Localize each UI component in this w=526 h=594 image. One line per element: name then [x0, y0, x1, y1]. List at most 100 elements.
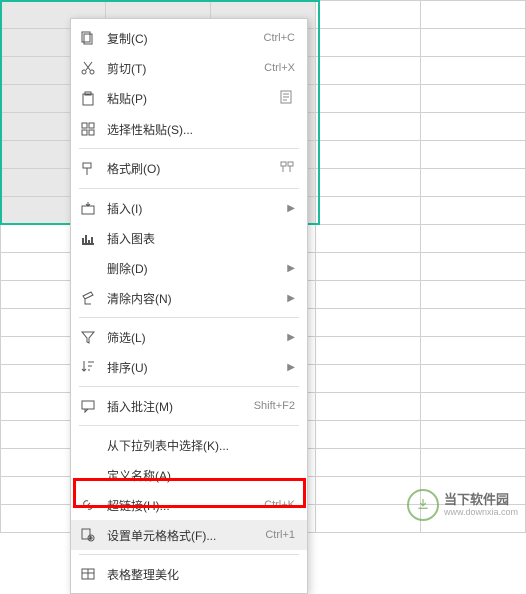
cell[interactable]: [421, 225, 526, 253]
paste-mode-icon: [279, 89, 295, 108]
cell[interactable]: [316, 29, 421, 57]
menu-separator: [79, 188, 299, 189]
watermark-text: 当下软件园 www.downxia.com: [444, 492, 518, 518]
menu-label: 选择性粘贴(S)...: [107, 121, 295, 138]
menu-copy[interactable]: 复制(C) Ctrl+C: [71, 23, 307, 53]
menu-label: 超链接(H)...: [107, 497, 256, 514]
watermark-en: www.downxia.com: [444, 507, 518, 518]
menu-table-format[interactable]: 表格整理美化: [71, 559, 307, 589]
blank-icon: [79, 436, 97, 454]
cell[interactable]: [316, 393, 421, 421]
cell[interactable]: [421, 309, 526, 337]
menu-separator: [79, 554, 299, 555]
chevron-right-icon: ▶: [287, 293, 295, 304]
paste-icon: [79, 90, 97, 108]
comment-icon: [79, 397, 97, 415]
cell[interactable]: [421, 141, 526, 169]
clear-icon: [79, 289, 97, 307]
cell[interactable]: [421, 281, 526, 309]
cell[interactable]: [316, 477, 421, 505]
cell[interactable]: [316, 365, 421, 393]
menu-label: 从下拉列表中选择(K)...: [107, 437, 295, 454]
cut-icon: [79, 59, 97, 77]
cell[interactable]: [316, 337, 421, 365]
menu-delete[interactable]: 删除(D) ▶: [71, 253, 307, 283]
menu-shortcut: Ctrl+X: [264, 62, 295, 74]
cell[interactable]: [421, 337, 526, 365]
cell[interactable]: [421, 253, 526, 281]
menu-select-from-dropdown[interactable]: 从下拉列表中选择(K)...: [71, 430, 307, 460]
cell[interactable]: [316, 197, 421, 225]
menu-format-cells[interactable]: 设置单元格格式(F)... Ctrl+1: [71, 520, 307, 550]
menu-label: 粘贴(P): [107, 90, 273, 107]
format-painter-extra-icon: [279, 159, 295, 178]
cell[interactable]: [421, 365, 526, 393]
cell[interactable]: [421, 169, 526, 197]
format-painter-icon: [79, 160, 97, 178]
watermark: 当下软件园 www.downxia.com: [407, 489, 518, 521]
menu-define-name[interactable]: 定义名称(A)...: [71, 460, 307, 490]
menu-insert-comment[interactable]: 插入批注(M) Shift+F2: [71, 391, 307, 421]
menu-label: 筛选(L): [107, 329, 279, 346]
menu-label: 删除(D): [107, 260, 279, 277]
menu-insert-chart[interactable]: 插入图表: [71, 223, 307, 253]
menu-shortcut: Ctrl+C: [264, 32, 295, 44]
cell[interactable]: [421, 421, 526, 449]
menu-label: 设置单元格格式(F)...: [107, 527, 257, 544]
cell[interactable]: [316, 169, 421, 197]
cell[interactable]: [316, 449, 421, 477]
menu-format-painter[interactable]: 格式刷(O): [71, 153, 307, 184]
menu-filter[interactable]: 筛选(L) ▶: [71, 322, 307, 352]
menu-label: 插入批注(M): [107, 398, 246, 415]
cell[interactable]: [316, 309, 421, 337]
menu-insert[interactable]: 插入(I) ▶: [71, 193, 307, 223]
watermark-logo-icon: [407, 489, 439, 521]
menu-shortcut: Ctrl+K: [264, 499, 295, 511]
menu-paste[interactable]: 粘贴(P): [71, 83, 307, 114]
cell[interactable]: [421, 449, 526, 477]
cell[interactable]: [421, 29, 526, 57]
paste-special-icon: [79, 120, 97, 138]
menu-paste-special[interactable]: 选择性粘贴(S)...: [71, 114, 307, 144]
menu-label: 格式刷(O): [107, 160, 273, 177]
cell[interactable]: [316, 505, 421, 533]
menu-label: 插入图表: [107, 230, 295, 247]
cell[interactable]: [316, 1, 421, 29]
cell[interactable]: [421, 197, 526, 225]
cell[interactable]: [421, 1, 526, 29]
menu-label: 复制(C): [107, 30, 256, 47]
menu-label: 表格整理美化: [107, 566, 295, 583]
blank-icon: [79, 259, 97, 277]
cell[interactable]: [316, 421, 421, 449]
menu-sort[interactable]: 排序(U) ▶: [71, 352, 307, 382]
hyperlink-icon: [79, 496, 97, 514]
menu-label: 排序(U): [107, 359, 279, 376]
cell[interactable]: [316, 225, 421, 253]
cell[interactable]: [316, 57, 421, 85]
menu-hyperlink[interactable]: 超链接(H)... Ctrl+K: [71, 490, 307, 520]
menu-separator: [79, 317, 299, 318]
cell[interactable]: [316, 253, 421, 281]
cell[interactable]: [421, 113, 526, 141]
insert-icon: [79, 199, 97, 217]
menu-separator: [79, 425, 299, 426]
cell[interactable]: [316, 85, 421, 113]
cell[interactable]: [316, 113, 421, 141]
blank-icon: [79, 466, 97, 484]
watermark-cn: 当下软件园: [444, 492, 518, 508]
chevron-right-icon: ▶: [287, 203, 295, 214]
cell[interactable]: [316, 281, 421, 309]
chevron-right-icon: ▶: [287, 362, 295, 373]
menu-label: 剪切(T): [107, 60, 256, 77]
chevron-right-icon: ▶: [287, 263, 295, 274]
cell[interactable]: [316, 141, 421, 169]
menu-clear-content[interactable]: 清除内容(N) ▶: [71, 283, 307, 313]
menu-separator: [79, 148, 299, 149]
cell[interactable]: [421, 57, 526, 85]
chevron-right-icon: ▶: [287, 332, 295, 343]
cell[interactable]: [421, 393, 526, 421]
cell[interactable]: [421, 85, 526, 113]
menu-cut[interactable]: 剪切(T) Ctrl+X: [71, 53, 307, 83]
sort-icon: [79, 358, 97, 376]
menu-label: 清除内容(N): [107, 290, 279, 307]
